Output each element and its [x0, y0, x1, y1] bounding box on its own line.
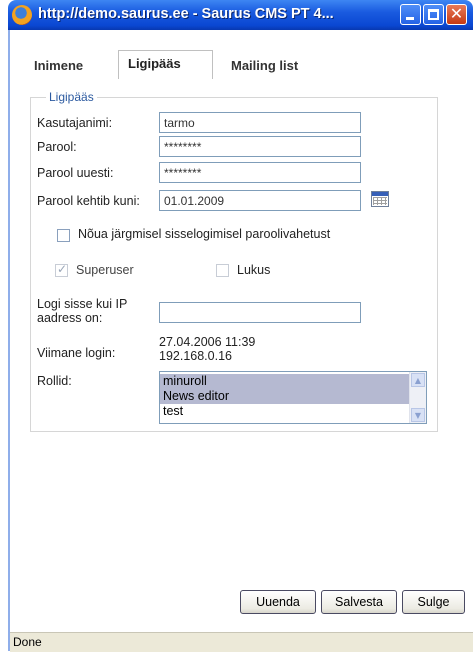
expires-date-input[interactable]: 01.01.2009: [159, 190, 361, 211]
password-label: Parool:: [37, 140, 77, 154]
maximize-button[interactable]: [423, 4, 444, 25]
role-option-news-editor[interactable]: News editor: [160, 389, 409, 404]
status-bar: Done: [10, 632, 473, 652]
minimize-icon: [406, 17, 414, 20]
scroll-down-icon[interactable]: ▼: [411, 408, 425, 422]
calendar-icon[interactable]: [371, 191, 389, 207]
tab-mailing-list[interactable]: Mailing list: [231, 58, 298, 73]
username-label: Kasutajanimi:: [37, 116, 113, 130]
last-login-ip: 192.168.0.16: [159, 349, 232, 363]
maximize-icon: [428, 9, 439, 20]
locked-label: Lukus: [237, 263, 271, 277]
minimize-button[interactable]: [400, 4, 421, 25]
last-login-time: 27.04.2006 11:39: [159, 335, 256, 349]
require-password-change-checkbox[interactable]: [57, 229, 70, 242]
window-title: http://demo.saurus.ee - Saurus CMS PT 4.…: [38, 6, 334, 22]
tab-ligipaas[interactable]: Ligipääs: [128, 56, 181, 71]
password-again-input[interactable]: ********: [159, 162, 361, 183]
ip-label-line1: Logi sisse kui IP: [37, 297, 128, 311]
require-password-change-label: Nõua järgmisel sisselogimisel paroolivah…: [78, 227, 331, 241]
ip-label-line2: aadress on:: [37, 311, 103, 325]
title-bar[interactable]: http://demo.saurus.ee - Saurus CMS PT 4.…: [8, 0, 473, 30]
locked-checkbox[interactable]: [216, 264, 229, 277]
superuser-label: Superuser: [76, 263, 134, 277]
close-window-button[interactable]: ✕: [446, 4, 467, 25]
last-login-label: Viimane login:: [37, 346, 116, 360]
superuser-checkbox[interactable]: [55, 262, 68, 277]
status-text: Done: [13, 635, 42, 649]
save-button[interactable]: Salvesta: [321, 590, 397, 614]
scroll-up-icon[interactable]: ▲: [411, 373, 425, 387]
close-button[interactable]: Sulge: [402, 590, 465, 614]
firefox-icon: [12, 5, 32, 25]
expires-label: Parool kehtib kuni:: [37, 194, 140, 208]
roles-listbox[interactable]: minuroll News editor test ▲ ▼: [159, 371, 427, 424]
refresh-button[interactable]: Uuenda: [240, 590, 316, 614]
roles-scrollbar[interactable]: ▲ ▼: [409, 372, 426, 423]
username-input[interactable]: tarmo: [159, 112, 361, 133]
tab-inimene[interactable]: Inimene: [34, 58, 83, 73]
role-option-test[interactable]: test: [160, 404, 409, 419]
tab-strip: Inimene Ligipääs Mailing list: [10, 30, 473, 82]
ip-address-input[interactable]: [159, 302, 361, 323]
fieldset-legend: Ligipääs: [46, 90, 97, 104]
roles-label: Rollid:: [37, 374, 72, 388]
password-input[interactable]: ********: [159, 136, 361, 157]
password-again-label: Parool uuesti:: [37, 166, 114, 180]
role-option-minuroll[interactable]: minuroll: [160, 374, 409, 389]
close-icon: ✕: [449, 4, 464, 23]
